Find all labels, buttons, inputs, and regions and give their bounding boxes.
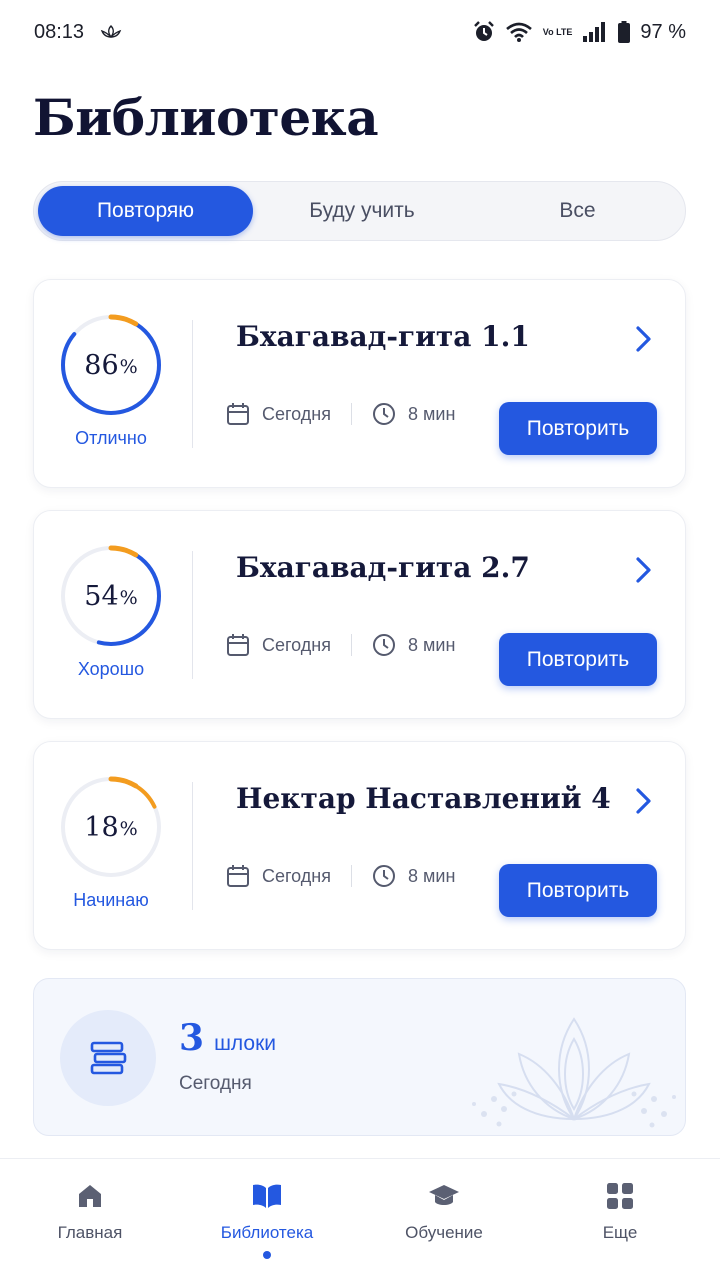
nav-label: Главная [57, 1223, 123, 1242]
divider [192, 551, 193, 679]
count-number: 3 [179, 1017, 205, 1059]
status-bar: 08:13 Vo LTE 97 % [0, 0, 720, 64]
review-date: Сегодня [262, 634, 331, 655]
tab-repeating[interactable]: Повторяю [38, 186, 253, 236]
verse-card[interactable]: 86% Отлично Бхагавад-гита 1.1 Сегодня 8 … [33, 279, 686, 488]
nav-more[interactable]: Еще [530, 1159, 710, 1280]
calendar-icon [227, 634, 249, 656]
duration: 8 мин [408, 403, 456, 424]
clock-icon [373, 865, 395, 887]
card-meta: Сегодня 8 мин [226, 402, 455, 426]
verse-card[interactable]: 18% Начинаю Нектар Наставлений 4 Сегодня [33, 741, 686, 950]
grid-icon [606, 1181, 634, 1211]
signal-icon [582, 21, 608, 43]
repeat-button[interactable]: Повторить [499, 633, 657, 686]
calendar-icon [227, 403, 249, 425]
tab-bar: Повторяю Буду учить Все [33, 181, 686, 241]
progress-percent: 18% [84, 811, 138, 843]
nav-library[interactable]: Библиотека [177, 1159, 357, 1280]
review-date: Сегодня [262, 403, 331, 424]
books-icon [60, 1010, 156, 1106]
card-meta: Сегодня 8 мин [226, 864, 455, 888]
count-label: шлоки [214, 1032, 276, 1055]
battery-level: 97 % [640, 20, 686, 43]
chevron-right-icon[interactable] [634, 324, 654, 354]
graduation-cap-icon [428, 1181, 460, 1211]
grade-label: Начинаю [73, 890, 149, 910]
divider [192, 320, 193, 448]
progress-percent: 86% [84, 349, 138, 381]
verse-count: 3 шлоки [179, 1017, 276, 1059]
alarm-icon [473, 21, 495, 43]
duration: 8 мин [408, 865, 456, 886]
nav-label: Еще [602, 1223, 638, 1242]
home-icon [75, 1181, 105, 1211]
volte-indicator: Vo LTE [542, 26, 573, 37]
wifi-icon [505, 21, 533, 43]
review-date: Сегодня [262, 865, 331, 886]
chevron-right-icon[interactable] [634, 786, 654, 816]
repeat-button[interactable]: Повторить [499, 402, 657, 455]
progress-ring: 54% [56, 541, 166, 651]
bottom-nav: Главная Библиотека Обучение Еще [0, 1158, 720, 1280]
book-icon [251, 1181, 283, 1211]
nav-learning[interactable]: Обучение [354, 1159, 534, 1280]
card-meta: Сегодня 8 мин [226, 633, 455, 657]
clock-icon [373, 634, 395, 656]
duration: 8 мин [408, 634, 456, 655]
calendar-icon [227, 865, 249, 887]
nav-home[interactable]: Главная [0, 1159, 180, 1280]
progress-ring: 86% [56, 310, 166, 420]
page-title: Библиотека [33, 88, 379, 147]
summary-date: Сегодня [179, 1073, 252, 1094]
lotus-watermark-icon [472, 1017, 676, 1128]
tab-all[interactable]: Все [471, 186, 684, 236]
repeat-button[interactable]: Повторить [499, 864, 657, 917]
tab-will-learn[interactable]: Буду учить [253, 186, 471, 236]
active-indicator [263, 1251, 271, 1259]
status-time: 08:13 [34, 20, 85, 43]
nav-label: Библиотека [220, 1223, 314, 1242]
lotus-icon [100, 24, 122, 40]
battery-icon [618, 21, 631, 43]
daily-summary: 3 шлоки Сегодня [33, 978, 686, 1136]
verse-title: Бхагавад-гита 2.7 [236, 551, 530, 584]
nav-label: Обучение [405, 1223, 483, 1242]
grade-label: Отлично [75, 428, 147, 448]
chevron-right-icon[interactable] [634, 555, 654, 585]
progress-ring: 18% [56, 772, 166, 882]
verse-card[interactable]: 54% Хорошо Бхагавад-гита 2.7 Сегодня 8 м… [33, 510, 686, 719]
divider [192, 782, 193, 910]
progress-percent: 54% [84, 580, 138, 612]
clock-icon [373, 403, 395, 425]
grade-label: Хорошо [77, 659, 145, 679]
verse-title: Бхагавад-гита 1.1 [236, 320, 530, 353]
verse-title: Нектар Наставлений 4 [236, 782, 611, 815]
